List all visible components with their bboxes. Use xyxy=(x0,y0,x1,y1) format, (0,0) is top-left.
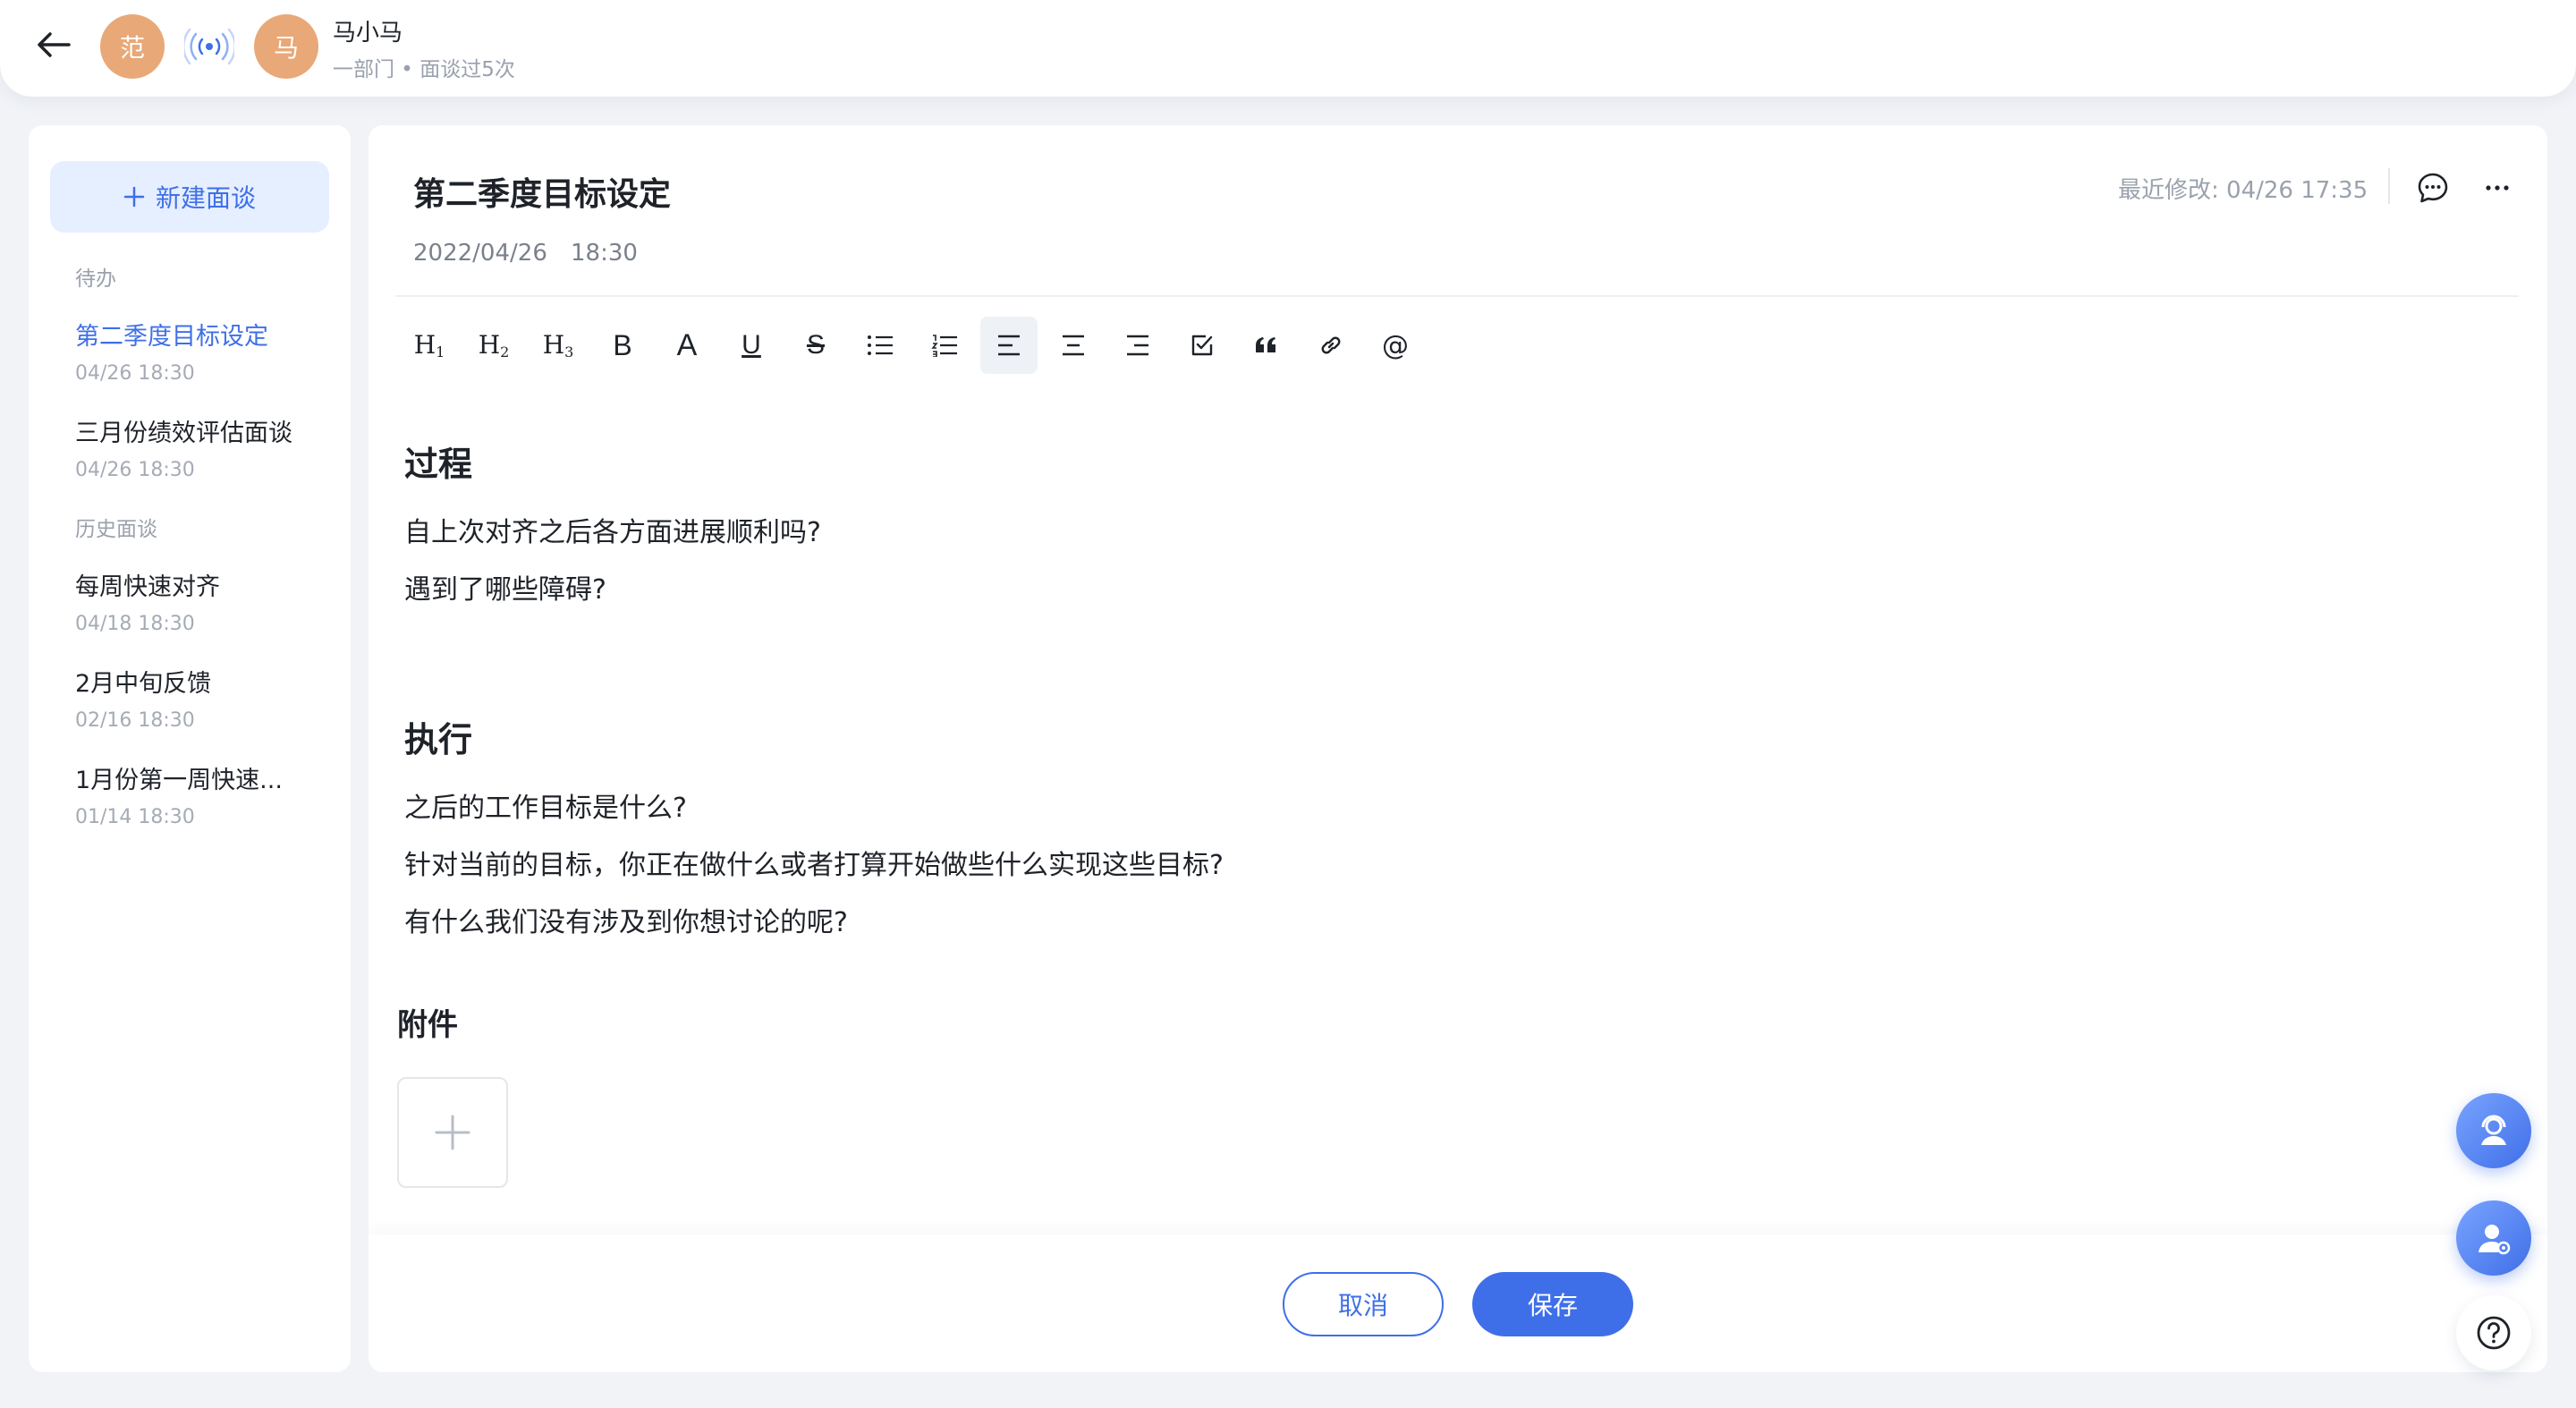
sidebar-item-jan-week1[interactable]: 1月份第一周快速... 01/14 18:30 xyxy=(75,760,335,828)
strikethrough-icon: S xyxy=(806,330,825,360)
font-color-icon: A xyxy=(676,327,698,362)
sidebar-item-date: 02/16 18:30 xyxy=(75,709,195,732)
formatting-toolbar: H1 H2 H3 B A U S @ xyxy=(401,317,1431,374)
link-button[interactable] xyxy=(1302,317,1360,374)
sidebar: 新建面谈 待办 第二季度目标设定 04/26 18:30 三月份绩效评估面谈 0… xyxy=(29,125,351,1372)
divider xyxy=(395,295,2519,297)
align-right-button[interactable] xyxy=(1109,317,1166,374)
new-interview-label: 新建面谈 xyxy=(155,183,256,213)
align-left-button[interactable] xyxy=(980,317,1038,374)
sidebar-item-weekly-sync[interactable]: 每周快速对齐 04/18 18:30 xyxy=(75,567,335,635)
more-options-icon[interactable] xyxy=(2478,168,2517,208)
headset-user-icon xyxy=(2481,1115,2506,1145)
checkbox-button[interactable] xyxy=(1174,317,1231,374)
heading-1-button[interactable]: H1 xyxy=(401,317,458,374)
user-name: 马小马 xyxy=(333,20,403,47)
quote-icon xyxy=(1256,337,1275,352)
assistant-button[interactable] xyxy=(2456,1093,2531,1168)
paragraph[interactable]: 有什么我们没有涉及到你想讨论的呢? xyxy=(404,900,848,939)
font-color-button[interactable]: A xyxy=(658,317,716,374)
align-center-icon xyxy=(1063,335,1084,356)
sidebar-item-date: 01/14 18:30 xyxy=(75,806,195,828)
paragraph[interactable]: 之后的工作目标是什么? xyxy=(404,785,687,825)
save-button[interactable]: 保存 xyxy=(1472,1272,1633,1336)
help-button[interactable] xyxy=(2456,1295,2531,1370)
underline-button[interactable]: U xyxy=(723,317,780,374)
last-modified: 最近修改: 04/26 17:35 xyxy=(2118,177,2368,204)
paragraph[interactable]: 遇到了哪些障碍? xyxy=(404,567,606,606)
user-settings-icon xyxy=(2479,1225,2511,1255)
section-label-history: 历史面谈 xyxy=(75,518,157,541)
attachments-title: 附件 xyxy=(397,1007,458,1043)
section-heading[interactable]: 执行 xyxy=(404,712,472,761)
add-attachment-button[interactable] xyxy=(397,1077,508,1188)
section-label-todo: 待办 xyxy=(75,267,116,291)
numbered-list-button[interactable] xyxy=(916,317,973,374)
top-bar: 范 马 马小马 一部门 • 面谈过5次 xyxy=(0,0,2576,97)
section-heading[interactable]: 过程 xyxy=(404,437,472,486)
document-title[interactable]: 第二季度目标设定 xyxy=(413,168,671,215)
sidebar-item-title: 三月份绩效评估面谈 xyxy=(75,420,292,447)
sidebar-item-title: 第二季度目标设定 xyxy=(75,323,268,351)
help-icon xyxy=(2477,1316,2511,1350)
user-settings-button[interactable] xyxy=(2456,1200,2531,1276)
back-arrow-icon[interactable] xyxy=(32,23,75,66)
bulleted-list-icon xyxy=(868,335,893,355)
avatar[interactable]: 马 xyxy=(254,14,318,79)
avatar[interactable]: 范 xyxy=(100,14,165,79)
editor-panel: 第二季度目标设定 2022/04/26 18:30 最近修改: 04/26 17… xyxy=(369,125,2547,1372)
sidebar-item-date: 04/26 18:30 xyxy=(75,362,195,385)
numbered-list-icon xyxy=(931,335,957,357)
sidebar-item-feb-feedback[interactable]: 2月中旬反馈 02/16 18:30 xyxy=(75,664,335,732)
sidebar-item-title: 1月份第一周快速... xyxy=(75,767,283,794)
underline-icon: U xyxy=(741,330,761,360)
align-right-icon xyxy=(1127,335,1148,356)
sidebar-item-title: 每周快速对齐 xyxy=(75,573,220,601)
comment-icon[interactable] xyxy=(2413,168,2453,208)
cancel-button[interactable]: 取消 xyxy=(1283,1272,1444,1336)
bold-button[interactable]: B xyxy=(594,317,651,374)
heading-2-button[interactable]: H2 xyxy=(465,317,522,374)
h3-icon: H3 xyxy=(542,330,574,360)
action-footer: 取消 保存 xyxy=(369,1234,2547,1372)
sidebar-item-title: 2月中旬反馈 xyxy=(75,670,212,698)
mention-button[interactable]: @ xyxy=(1367,317,1424,374)
sidebar-item-march-review[interactable]: 三月份绩效评估面谈 04/26 18:30 xyxy=(75,413,335,481)
link-icon xyxy=(1321,336,1341,354)
plus-icon xyxy=(123,186,145,208)
mention-icon: @ xyxy=(1382,329,1409,361)
document-date: 2022/04/26 xyxy=(413,240,547,267)
align-left-icon xyxy=(998,335,1020,356)
new-interview-button[interactable]: 新建面谈 xyxy=(50,161,329,233)
paragraph[interactable]: 自上次对齐之后各方面进展顺利吗? xyxy=(404,510,821,549)
quote-button[interactable] xyxy=(1238,317,1295,374)
h2-icon: H2 xyxy=(478,330,510,360)
divider xyxy=(2388,168,2390,204)
document-time: 18:30 xyxy=(571,240,638,267)
sidebar-item-q2-goal-setting[interactable]: 第二季度目标设定 04/26 18:30 xyxy=(75,317,335,385)
align-center-button[interactable] xyxy=(1045,317,1102,374)
heading-3-button[interactable]: H3 xyxy=(530,317,587,374)
signal-icon xyxy=(182,27,237,66)
h1-icon: H1 xyxy=(413,330,445,360)
checkbox-icon xyxy=(1191,335,1213,356)
bold-icon: B xyxy=(613,328,632,361)
bulleted-list-button[interactable] xyxy=(852,317,909,374)
strikethrough-button[interactable]: S xyxy=(787,317,844,374)
user-meta: 一部门 • 面谈过5次 xyxy=(333,58,515,81)
sidebar-item-date: 04/18 18:30 xyxy=(75,613,195,635)
sidebar-item-date: 04/26 18:30 xyxy=(75,459,195,481)
plus-icon xyxy=(435,1115,470,1150)
paragraph[interactable]: 针对当前的目标，你正在做什么或者打算开始做些什么实现这些目标? xyxy=(404,843,1224,882)
